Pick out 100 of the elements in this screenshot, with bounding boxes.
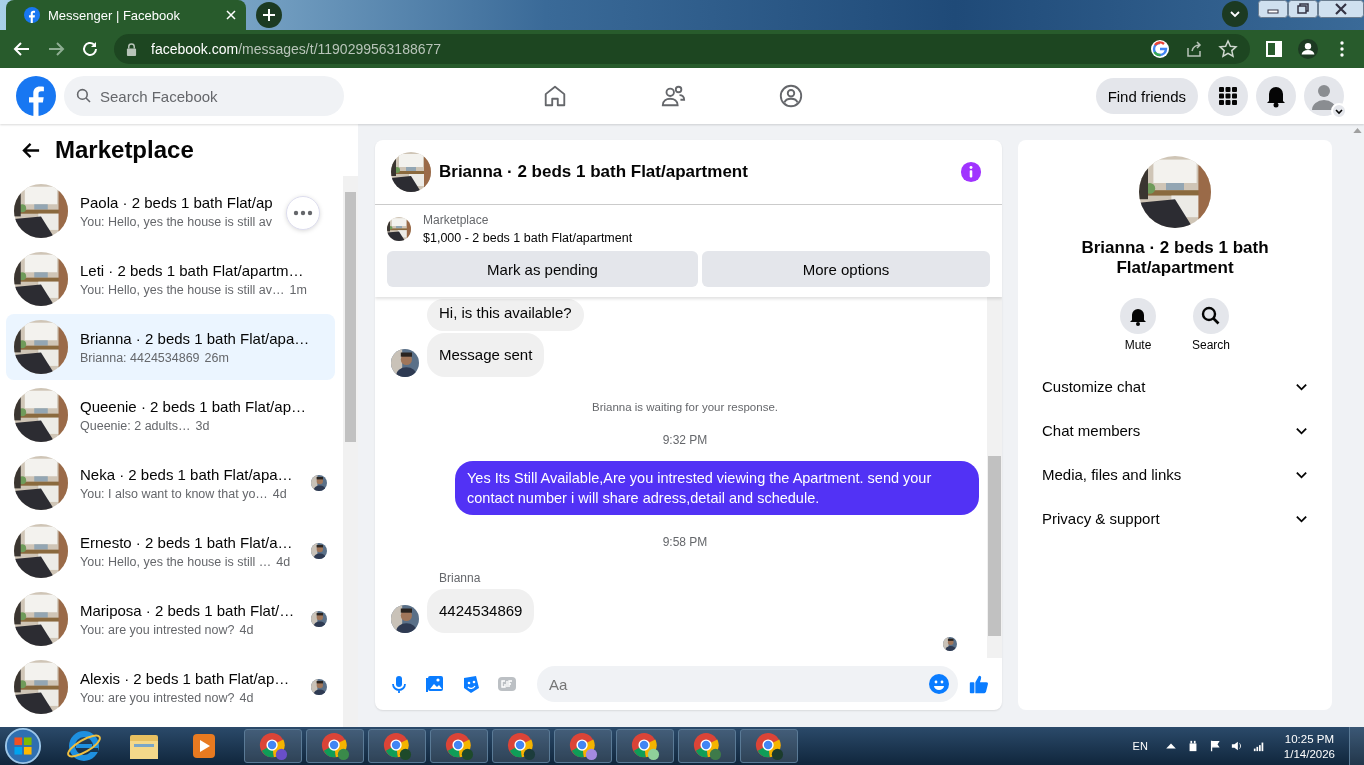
conversation-title: Queenie · 2 beds 1 bath Flat/ap… <box>80 397 307 415</box>
message-preview: You: Hello, yes the house is still … <box>80 554 272 569</box>
message-preview: You: are you intrested now? <box>80 690 235 705</box>
facebook-logo-icon <box>24 7 40 23</box>
timestamp: 9:58 PM <box>662 535 708 549</box>
timestamp: 9:32 PM <box>662 433 708 447</box>
notifications-button[interactable] <box>1256 76 1296 116</box>
bell-button[interactable] <box>1120 298 1156 334</box>
photo-icon[interactable] <box>425 674 445 694</box>
message-preview: You: Hello, yes the house is still av… <box>80 282 285 297</box>
conversation-item[interactable]: Queenie · 2 beds 1 bath Flat/ap… Queenie: 2 adults… 3d <box>6 382 335 448</box>
back-arrow-icon[interactable] <box>22 140 41 160</box>
account-button[interactable] <box>1304 76 1348 120</box>
info-icon[interactable] <box>960 161 982 183</box>
close-icon[interactable] <box>226 10 236 20</box>
message-time: 3d <box>195 418 210 433</box>
message-time: 4d <box>239 622 254 637</box>
message-time: 1m <box>289 282 307 297</box>
profile-icon[interactable] <box>1298 39 1318 59</box>
scrollbar[interactable] <box>987 297 1002 658</box>
scrollbar[interactable] <box>343 176 358 727</box>
details-title: Brianna · 2 beds 1 bath Flat/apartment <box>1080 238 1270 278</box>
browser-tab[interactable]: Messenger | Facebook <box>6 0 246 30</box>
show-desktop-button[interactable] <box>1349 727 1364 765</box>
signal-icon[interactable] <box>1252 740 1265 752</box>
lock-icon[interactable] <box>126 42 137 56</box>
flag-icon[interactable] <box>1208 740 1221 752</box>
tab-search-button[interactable] <box>1222 1 1248 27</box>
groups-icon[interactable] <box>778 83 804 109</box>
message-preview: You: are you intrested now? <box>80 622 235 637</box>
taskbar-button[interactable] <box>306 729 364 763</box>
conversation-title: Leti · 2 beds 1 bath Flat/apartm… <box>80 261 305 279</box>
conversation-item[interactable]: Paola · 2 beds 1 bath Flat/ap You: Hello, yes the house is still av <box>6 178 335 244</box>
listing-label: Marketplace <box>423 213 490 227</box>
system-note: Brianna is waiting for your response. <box>592 401 778 413</box>
chrome-icon <box>754 731 784 761</box>
more-button[interactable] <box>286 196 320 230</box>
taskbar-button[interactable] <box>678 729 736 763</box>
details-section[interactable]: Customize chat <box>1026 364 1324 408</box>
conversation-title: Ernesto · 2 beds 1 bath Flat/a… <box>80 533 294 551</box>
share-icon[interactable] <box>1184 39 1204 59</box>
taskbar-button[interactable] <box>740 729 798 763</box>
message-input[interactable]: Aa <box>537 666 958 702</box>
home-icon[interactable] <box>542 83 568 109</box>
message-preview: Brianna: 4424534869 <box>80 350 200 365</box>
chrome-icon <box>444 731 474 761</box>
taskbar-button[interactable] <box>554 729 612 763</box>
chrome-icon <box>258 731 288 761</box>
details-section[interactable]: Media, files and links <box>1026 452 1324 496</box>
message-bubble: 4424534869 <box>427 589 535 633</box>
chrome-icon <box>630 731 660 761</box>
facebook-logo[interactable] <box>16 76 56 116</box>
start-button[interactable] <box>4 727 42 765</box>
message-time: 26m <box>204 350 229 365</box>
taskbar-button[interactable] <box>616 729 674 763</box>
side-panel-icon[interactable] <box>1264 39 1284 59</box>
microphone-icon[interactable] <box>389 674 409 694</box>
conversation-item[interactable]: Ernesto · 2 beds 1 bath Flat/a… You: Hello, yes the house is still … 4d <box>6 518 335 584</box>
action-label: Mute <box>1124 338 1152 352</box>
new-tab-button[interactable] <box>256 2 282 28</box>
restore-button[interactable] <box>1288 0 1318 18</box>
star-icon[interactable] <box>1218 39 1238 59</box>
conversation-item[interactable]: Alexis · 2 beds 1 bath Flat/ap… You: are you intrested now? 4d <box>6 654 335 720</box>
thumbs-up-icon[interactable] <box>968 673 990 695</box>
message-time: 4d <box>276 554 291 569</box>
search-icon <box>76 88 92 104</box>
find-friends-button[interactable]: Find friends <box>1095 78 1198 114</box>
sticker-icon[interactable] <box>461 674 481 694</box>
clock-date[interactable]: 1/14/2026 <box>1283 747 1335 760</box>
listing-action-button[interactable]: Mark as pending <box>387 251 698 287</box>
reload-icon[interactable] <box>80 39 100 59</box>
taskbar-button[interactable] <box>368 729 426 763</box>
clock-time[interactable]: 10:25 PM <box>1284 732 1335 745</box>
minimize-button[interactable] <box>1258 0 1288 18</box>
conversation-item[interactable]: Brianna · 2 beds 1 bath Flat/apa… Brianna: 4424534869 26m <box>6 314 335 380</box>
taskbar-button[interactable] <box>430 729 488 763</box>
close-window-button[interactable] <box>1318 0 1364 18</box>
volume-icon[interactable] <box>1230 740 1243 752</box>
conversation-item[interactable]: Leti · 2 beds 1 bath Flat/apartm… You: Hello, yes the house is still av… 1m <box>6 246 335 312</box>
message-preview: You: Hello, yes the house is still av <box>80 214 272 229</box>
browser-e-icon[interactable] <box>64 729 104 763</box>
search-field[interactable]: Search Facebook <box>64 76 344 116</box>
language-indicator[interactable]: EN <box>1132 740 1148 752</box>
taskbar-button[interactable] <box>492 729 550 763</box>
friends-icon[interactable] <box>660 83 686 109</box>
conversation-title: Paola · 2 beds 1 bath Flat/ap <box>80 193 274 211</box>
conversation-title: Alexis · 2 beds 1 bath Flat/ap… <box>80 669 291 687</box>
message-bubble: Yes Its Still Available,Are you intrested viewing the Apartment. send your contact number i will share adress,detail and schedule. <box>455 461 979 515</box>
emoji-icon[interactable] <box>928 673 950 695</box>
address-field[interactable]: facebook.com/messages/t/1190299563188677 <box>151 41 442 57</box>
details-section[interactable]: Privacy & support <box>1026 496 1324 540</box>
conversation-item[interactable]: Mariposa · 2 beds 1 bath Flat/… You: are you intrested now? 4d <box>6 586 335 652</box>
taskbar-button[interactable] <box>244 729 302 763</box>
menu-grid-button[interactable] <box>1208 76 1248 116</box>
search-button[interactable] <box>1193 298 1229 334</box>
conversation-item[interactable]: Neka · 2 beds 1 bath Flat/apa… You: I also want to know that yo… 4d <box>6 450 335 516</box>
details-section[interactable]: Chat members <box>1026 408 1324 452</box>
listing-action-button[interactable]: More options <box>702 251 990 287</box>
google-icon[interactable] <box>1150 39 1170 59</box>
message-preview: Queenie: 2 adults… <box>80 418 191 433</box>
